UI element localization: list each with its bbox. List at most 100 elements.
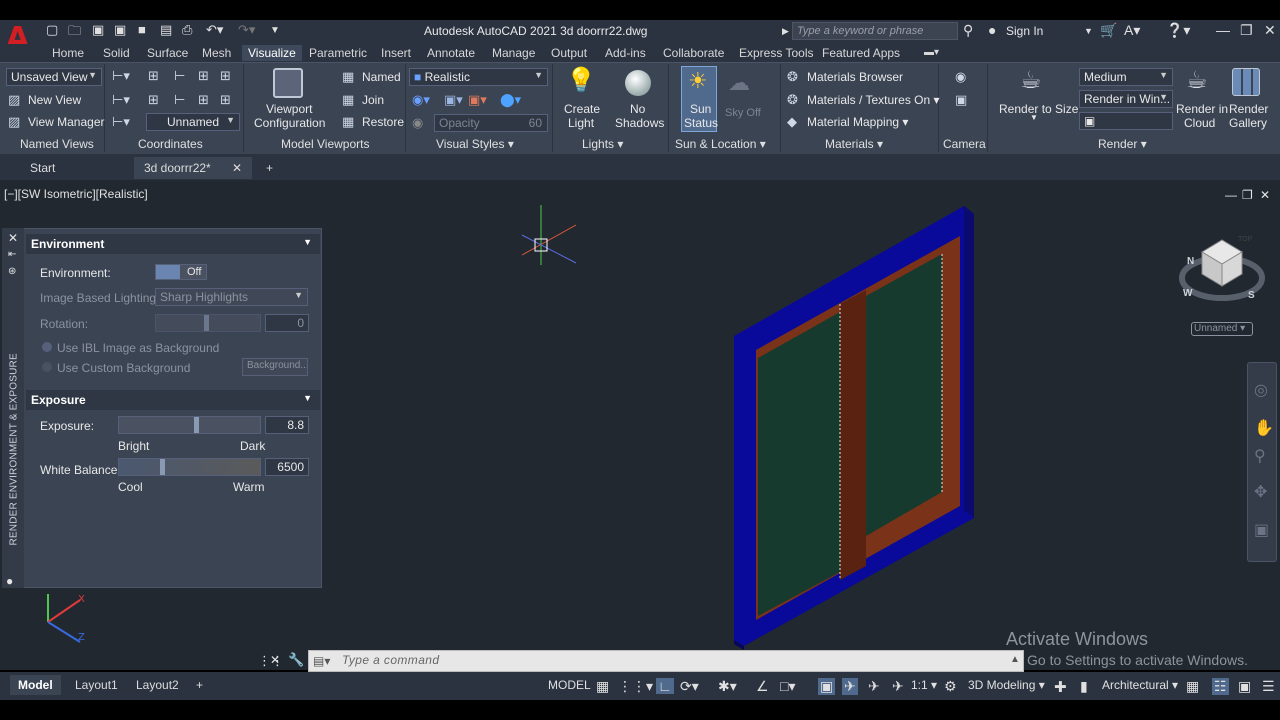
tab-mesh[interactable]: Mesh (196, 45, 237, 61)
join-viewports-button[interactable]: Join (362, 93, 384, 107)
save-icon[interactable]: ▣ (92, 22, 104, 38)
customize-status-icon[interactable]: ☰ (1262, 678, 1275, 695)
restore-icon[interactable]: ❐ (1240, 22, 1253, 39)
grid-icon[interactable]: ▦ (596, 678, 609, 695)
rotation-slider[interactable] (155, 314, 261, 332)
palette-close-icon[interactable]: ✕ (8, 231, 18, 245)
sun-location-group-label[interactable]: Sun & Location ▾ (675, 137, 766, 151)
pan-icon[interactable]: ✋ (1254, 418, 1274, 438)
tab-manage[interactable]: Manage (486, 45, 541, 61)
customize-qa-icon[interactable]: ▼ (270, 25, 280, 36)
palette-autohide-icon[interactable]: ⇤ (8, 249, 16, 260)
render-to-size-dropdown-icon[interactable]: ▼ (1030, 113, 1038, 122)
materials-textures-button[interactable]: Materials / Textures On ▾ (807, 93, 940, 107)
render-quality-combo[interactable]: Medium ▼ (1079, 68, 1173, 86)
viewport-maximize-icon[interactable]: ❐ (1242, 188, 1253, 202)
render-output-combo[interactable]: ▣ (1079, 112, 1173, 130)
white-balance-slider[interactable] (118, 458, 261, 476)
polar-icon[interactable]: ⟳▾ (680, 678, 699, 695)
model-space-button[interactable]: MODEL (548, 678, 591, 692)
compass-n-label[interactable]: N (1187, 256, 1194, 267)
zoom-extents-icon[interactable]: ⚲ (1254, 446, 1266, 466)
viewport-configuration-label2[interactable]: Configuration (254, 116, 325, 130)
clean-screen-toggle-icon[interactable]: ☷ (1212, 678, 1229, 695)
snap-icon[interactable]: ⋮⋮▾ (618, 678, 653, 695)
ucs-origin-icon[interactable]: ⊢ (174, 68, 185, 84)
tab-parametric[interactable]: Parametric (303, 45, 373, 61)
annotation-scale-combo[interactable]: 1:1 ▾ (911, 678, 937, 692)
rotation-value[interactable]: 0 (265, 314, 309, 332)
render-in-cloud-label[interactable]: Render in (1176, 102, 1228, 116)
environment-section-header[interactable]: Environment ▼ (26, 234, 320, 254)
compass-s-label[interactable]: S (1248, 290, 1255, 301)
tab-start[interactable]: Start (20, 157, 65, 179)
no-shadows-label[interactable]: No (630, 102, 645, 116)
tab-insert[interactable]: Insert (375, 45, 417, 61)
ribbon-minimize-icon[interactable]: ▬▾ (918, 45, 945, 61)
orbit-icon[interactable]: ✥ (1254, 482, 1267, 502)
help-icon[interactable]: ❔▾ (1166, 22, 1190, 39)
render-group-label[interactable]: Render ▾ (1098, 137, 1147, 151)
viewport-minimize-icon[interactable]: — (1225, 188, 1237, 202)
object-snap-icon[interactable]: □▾ (780, 678, 795, 695)
tab-layout1[interactable]: Layout1 (67, 675, 126, 695)
environment-toggle[interactable]: Off (155, 264, 207, 280)
command-input[interactable]: Type a command (342, 653, 439, 667)
render-in-combo[interactable]: Render in Win... ▼ (1079, 90, 1173, 108)
ucs-menu[interactable]: Unnamed ▾ (1191, 322, 1253, 336)
sign-in-dropdown-icon[interactable]: ▼ (1084, 26, 1093, 36)
ucs-world-icon[interactable]: ⊞ (148, 68, 159, 84)
plus-icon[interactable]: ✚ (1054, 678, 1067, 696)
use-ibl-bg-radio[interactable] (42, 342, 52, 352)
viewport-close-icon[interactable]: ✕ (1260, 188, 1270, 202)
viewport-configuration-label[interactable]: Viewport (266, 102, 312, 116)
steering-wheel-icon[interactable]: ◎ (1254, 380, 1268, 400)
close-tab-icon[interactable]: ✕ (232, 157, 242, 179)
tab-featured-apps[interactable]: Featured Apps (816, 45, 906, 61)
tab-solid[interactable]: Solid (97, 45, 136, 61)
user-icon[interactable]: ● (988, 22, 996, 38)
rotation-slider-thumb[interactable] (204, 315, 209, 331)
ucs-named-combo[interactable]: Unnamed ▼ (146, 113, 240, 131)
redo-icon[interactable]: ↷▾ (238, 22, 255, 38)
ucs-view-icon[interactable]: ⊢▾ (112, 92, 130, 108)
add-layout-icon[interactable]: + (188, 675, 211, 695)
shadow-effects-icon[interactable]: ⬤▾ (500, 92, 521, 108)
background-button[interactable]: Background... (242, 358, 308, 376)
named-viewports-button[interactable]: Named (362, 70, 401, 84)
close-icon[interactable]: ✕ (1264, 22, 1276, 39)
cart-icon[interactable]: 🛒 (1100, 22, 1117, 39)
tab-add-ins[interactable]: Add-ins (599, 45, 652, 61)
use-custom-bg-radio[interactable] (42, 362, 52, 372)
ucs-object-icon[interactable]: ⊞ (220, 68, 231, 84)
new-file-icon[interactable]: ▢ (46, 22, 58, 38)
exposure-slider[interactable] (118, 416, 261, 434)
visual-styles-group-label[interactable]: Visual Styles ▾ (436, 137, 514, 151)
viewport-controls-label[interactable]: [−][SW Isometric][Realistic] (4, 187, 148, 201)
lights-group-label[interactable]: Lights ▾ (582, 137, 623, 151)
annotation-visibility-icon[interactable]: ✈ (842, 678, 858, 695)
named-view-combo[interactable]: Unsaved View ▼ (6, 68, 102, 86)
tab-annotate[interactable]: Annotate (421, 45, 481, 61)
tab-home[interactable]: Home (46, 45, 90, 61)
isodraft-icon[interactable]: ✱▾ (718, 678, 737, 695)
new-view-button[interactable]: New View (28, 93, 81, 107)
render-to-size-button[interactable]: Render to Size (999, 102, 1078, 116)
web-mobile-icon[interactable]: ■ (138, 22, 146, 37)
render-in-cloud-label2[interactable]: Cloud (1184, 116, 1215, 130)
sign-in-link[interactable]: Sign In (1006, 24, 1043, 38)
materials-group-label[interactable]: Materials ▾ (825, 137, 883, 151)
save-as-icon[interactable]: ▣ (114, 22, 126, 38)
hardware-acceleration-icon[interactable]: ▣ (1238, 678, 1251, 695)
tab-surface[interactable]: Surface (141, 45, 194, 61)
object-snap-tracking-icon[interactable]: ∠ (756, 678, 769, 695)
workspace-gear-icon[interactable]: ⚙ (944, 678, 957, 695)
exposure-value[interactable]: 8.8 (265, 416, 309, 434)
no-shadows-label2[interactable]: Shadows (615, 116, 664, 130)
view-manager-button[interactable]: View Manager (28, 115, 105, 129)
white-balance-slider-thumb[interactable] (160, 459, 165, 475)
ucs-x-icon[interactable]: ⊞ (148, 92, 159, 108)
create-camera-icon[interactable]: ◉ (955, 69, 966, 85)
plot-icon[interactable]: ▤ (160, 22, 172, 38)
compass-w-label[interactable]: W (1183, 288, 1192, 299)
